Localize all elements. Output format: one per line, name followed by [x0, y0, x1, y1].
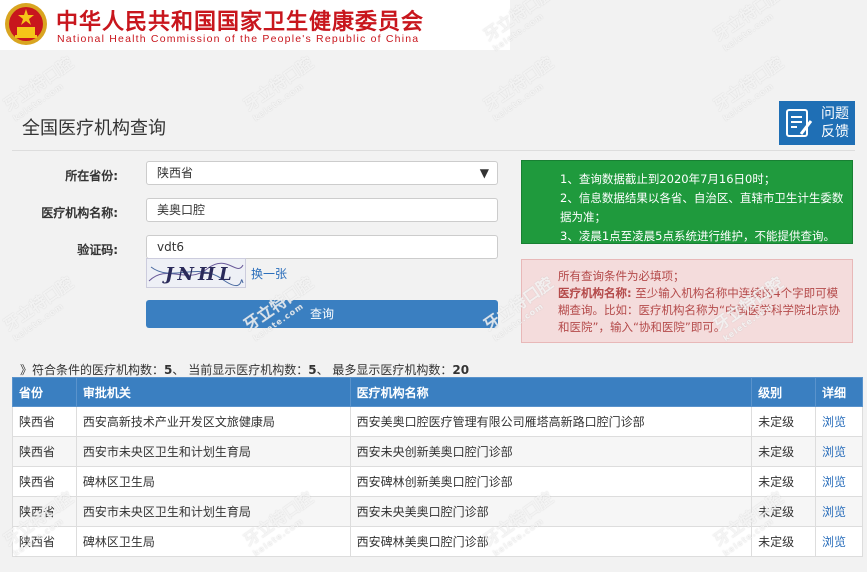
- cell-org-name: 西安未央美奥口腔门诊部: [349, 496, 753, 527]
- cell-detail: 浏览: [815, 436, 863, 467]
- cell-province: 陕西省: [12, 436, 77, 467]
- cell-level: 未定级: [751, 436, 817, 467]
- province-select[interactable]: 陕西省 ▼: [146, 161, 498, 185]
- column-header: 级别: [751, 377, 817, 407]
- column-header: 审批机关: [75, 377, 351, 407]
- notice-info: 1、查询数据截止到2020年7月16日0时； 2、信息数据结果以各省、自治区、直…: [521, 160, 853, 244]
- table-row: 陕西省 碑林区卫生局 西安碑林创新美奥口腔门诊部 未定级 浏览: [12, 466, 863, 497]
- column-header: 省份: [12, 377, 77, 407]
- notice-line: 3、凌晨1点至凌晨5点系统进行维护，不能提供查询。: [560, 229, 835, 243]
- query-button[interactable]: 查询: [146, 300, 498, 328]
- site-title-en: National Health Commission of the People…: [57, 33, 420, 45]
- table-row: 陕西省 西安高新技术产业开发区文旅健康局 西安美奥口腔医疗管理有限公司雁塔高新路…: [12, 406, 863, 437]
- watermark: 牙立特口腔 kelete.com: [0, 53, 77, 123]
- site-title-cn: 中华人民共和国国家卫生健康委员会: [56, 10, 425, 35]
- page-title: 全国医疗机构查询: [22, 118, 166, 139]
- captcha-input[interactable]: vdt6: [146, 235, 498, 259]
- org-name-input[interactable]: 美奥口腔: [146, 198, 498, 222]
- notice-required: 所有查询条件为必填项； 医疗机构名称: 至少输入机构名称中连续的4个字即可模糊查…: [521, 259, 853, 343]
- cell-authority: 碑林区卫生局: [75, 466, 351, 497]
- feedback-button[interactable]: 问题 反馈: [779, 101, 855, 145]
- cell-authority: 西安市未央区卫生和计划生育局: [75, 496, 351, 527]
- cell-detail: 浏览: [815, 406, 863, 437]
- view-link[interactable]: 浏览: [822, 415, 846, 429]
- view-link[interactable]: 浏览: [822, 535, 846, 549]
- dropdown-arrow-icon: ▼: [479, 166, 489, 180]
- cell-level: 未定级: [751, 526, 817, 557]
- column-header: 详细: [815, 377, 863, 407]
- watermark: 牙立特口腔 kelete.com: [240, 53, 317, 123]
- cell-province: 陕西省: [12, 406, 77, 437]
- watermark: 牙立特口腔 kelete.com: [480, 53, 557, 123]
- site-header: 中华人民共和国国家卫生健康委员会 National Health Commiss…: [0, 0, 510, 50]
- cell-org-name: 西安碑林创新美奥口腔门诊部: [349, 466, 753, 497]
- cell-level: 未定级: [751, 406, 817, 437]
- cell-authority: 西安高新技术产业开发区文旅健康局: [75, 406, 351, 437]
- document-edit-icon: [786, 109, 813, 137]
- view-link[interactable]: 浏览: [822, 445, 846, 459]
- watermark: 牙立特口腔 kelete.com: [0, 273, 77, 343]
- cell-org-name: 西安碑林美奥口腔门诊部: [349, 526, 753, 557]
- cell-detail: 浏览: [815, 496, 863, 527]
- results-table: 省份 审批机关 医疗机构名称 级别 详细 陕西省 西安高新技术产业开发区文旅健康…: [12, 377, 863, 557]
- notice-required-line: 所有查询条件为必填项；: [558, 269, 685, 283]
- feedback-label: 问题 反馈: [821, 106, 849, 140]
- cell-org-name: 西安美奥口腔医疗管理有限公司雁塔高新路口腔门诊部: [349, 406, 753, 437]
- captcha-image[interactable]: JNHL: [146, 258, 246, 288]
- notice-required-detail: 医疗机构名称: 至少输入机构名称中连续的4个字即可模糊查询。比如：医疗机构名称为…: [558, 286, 840, 334]
- org-name-label: 医疗机构名称:: [41, 206, 118, 220]
- cell-province: 陕西省: [12, 466, 77, 497]
- column-header: 医疗机构名称: [349, 377, 753, 407]
- table-header-row: 省份 审批机关 医疗机构名称 级别 详细: [12, 377, 863, 407]
- view-link[interactable]: 浏览: [822, 505, 846, 519]
- cell-province: 陕西省: [12, 526, 77, 557]
- refresh-captcha-link[interactable]: 换一张: [251, 265, 287, 282]
- cell-org-name: 西安未央创新美奥口腔门诊部: [349, 436, 753, 467]
- cell-authority: 西安市未央区卫生和计划生育局: [75, 436, 351, 467]
- cell-detail: 浏览: [815, 466, 863, 497]
- table-row: 陕西省 西安市未央区卫生和计划生育局 西安未央创新美奥口腔门诊部 未定级 浏览: [12, 436, 863, 467]
- national-emblem-icon: [5, 3, 47, 45]
- svg-text:JNHL: JNHL: [162, 264, 236, 285]
- cell-authority: 碑林区卫生局: [75, 526, 351, 557]
- results-summary: 》符合条件的医疗机构数：5、 当前显示医疗机构数：5、 最多显示医疗机构数：20: [20, 363, 470, 377]
- table-row: 陕西省 西安市未央区卫生和计划生育局 西安未央美奥口腔门诊部 未定级 浏览: [12, 496, 863, 527]
- watermark: 牙立特口腔 kelete.com: [710, 0, 787, 53]
- notice-line: 1、查询数据截止到2020年7月16日0时；: [560, 172, 776, 186]
- view-link[interactable]: 浏览: [822, 475, 846, 489]
- divider: [12, 150, 855, 151]
- captcha-label: 验证码:: [77, 243, 118, 257]
- cell-level: 未定级: [751, 466, 817, 497]
- cell-level: 未定级: [751, 496, 817, 527]
- captcha-distortion-icon: JNHL: [148, 262, 244, 286]
- cell-province: 陕西省: [12, 496, 77, 527]
- notice-line: 2、信息数据结果以各省、自治区、直辖市卫生计生委数据为准；: [560, 191, 844, 224]
- table-row: 陕西省 碑林区卫生局 西安碑林美奥口腔门诊部 未定级 浏览: [12, 526, 863, 557]
- cell-detail: 浏览: [815, 526, 863, 557]
- province-label: 所在省份:: [65, 169, 118, 183]
